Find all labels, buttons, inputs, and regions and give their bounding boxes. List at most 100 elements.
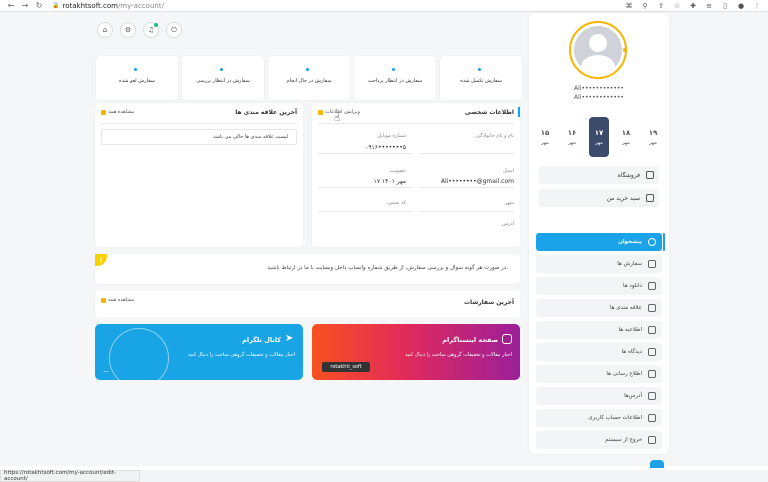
media-icon[interactable]: ≡: [704, 1, 714, 11]
avatar-frame: [569, 21, 627, 79]
extensions-icon[interactable]: ✚: [688, 1, 698, 11]
telegram-desc: اخبار مقالات و تخفیفات گروهی ساخت را دنب…: [188, 352, 295, 358]
menu-dashboard[interactable]: پیشخوان: [536, 233, 662, 251]
order-card-awaiting-payment[interactable]: سفارش در انتظار پرداخت: [354, 56, 436, 100]
settings-button[interactable]: ⚙: [120, 22, 136, 38]
translate-icon[interactable]: ⌘: [624, 1, 634, 11]
favorites-see-all[interactable]: مشاهده همه: [101, 109, 134, 115]
title-accent: [518, 107, 520, 117]
menu-comments[interactable]: دیدگاه ها: [536, 343, 662, 361]
menu-label: آدرس‌ها: [624, 393, 642, 399]
panel-title: آخرین علاقه مندی ها: [235, 109, 297, 116]
order-dot: [306, 68, 309, 71]
menu-account-details[interactable]: اطلاعات حساب کاربری: [536, 409, 662, 427]
shop-button[interactable]: فروشگاه: [539, 166, 659, 184]
membership-value: ۱۷ مهر ۱۴۰۱: [373, 178, 406, 185]
info-icon: !: [95, 254, 107, 266]
address-bar[interactable]: 🔒 rotakhtsoft.com /my-account/: [52, 2, 164, 10]
cart-label: سبد خرید من: [606, 194, 640, 202]
order-dot: [134, 68, 137, 71]
profile-icon[interactable]: ●: [736, 1, 746, 11]
menu-addresses[interactable]: آدرس‌ها: [536, 387, 662, 405]
telegram-title: کانال تلگرام: [242, 336, 281, 344]
panel-title: اطلاعات شخصی: [465, 109, 514, 116]
zoom-icon[interactable]: ⚲: [640, 1, 650, 11]
url-domain: rotakhtsoft.com: [62, 1, 118, 10]
instagram-title: صفحه اینستاگرام: [442, 336, 498, 344]
heart-icon: [648, 304, 656, 312]
decorative-circle: [109, 328, 169, 380]
star-icon[interactable]: ☆: [672, 1, 682, 11]
favorites-panel: آخرین علاقه مندی ها مشاهده همه لیست علاق…: [95, 103, 303, 247]
order-card-completed[interactable]: سفارش تکمیل شده: [440, 56, 522, 100]
scroll-top-button[interactable]: [650, 460, 664, 468]
date-cell-today[interactable]: ۱۷ مهر: [589, 117, 609, 157]
order-card-cancelled[interactable]: سفارش لغو شده: [96, 56, 178, 100]
share-icon[interactable]: ⇪: [656, 1, 666, 11]
menu-notices[interactable]: اطلاعیه ها: [536, 321, 662, 339]
notification-button[interactable]: ♫: [143, 22, 159, 38]
date-num: ۱۵: [540, 128, 550, 137]
avatar: [574, 26, 622, 74]
date-num: ۱۷: [594, 128, 604, 137]
home-button[interactable]: ⌂: [97, 22, 113, 38]
instagram-icon: [502, 334, 512, 344]
menu-label: دیدگاه ها: [621, 349, 642, 355]
divider: [420, 153, 514, 154]
divider: [318, 187, 412, 188]
date-cell[interactable]: ۱۸ مهر: [616, 120, 636, 154]
orders-see-all[interactable]: مشاهده همه: [101, 297, 134, 303]
instagram-desc: اخبار مقالات و تخفیفات گروهی ساخت را دنب…: [405, 352, 512, 358]
split-icon[interactable]: ▯: [720, 1, 730, 11]
home-icon: [648, 392, 656, 400]
cart-icon: [646, 194, 654, 202]
power-icon: ⏻: [171, 25, 177, 34]
back-icon[interactable]: ←: [6, 1, 16, 11]
menu-label: اطلاعات حساب کاربری: [588, 415, 642, 421]
menu-logout[interactable]: خروج از سیستم: [536, 431, 662, 449]
yellow-marker: [318, 109, 323, 115]
date-cell[interactable]: ۱۹ مهر: [643, 120, 663, 154]
personal-info-panel: اطلاعات شخصی ویرایش اطلاعات ☝ نام و نام …: [312, 103, 520, 247]
date-cell[interactable]: ۱۵ مهر: [535, 120, 555, 154]
order-card-review[interactable]: سفارش در انتظار بررسی: [182, 56, 264, 100]
menu-label: علاقه مندی ها: [609, 305, 642, 311]
shop-label: فروشگاه: [617, 171, 640, 179]
user-icon: [648, 414, 656, 422]
menu-label: سفارش ها: [617, 261, 642, 267]
date-strip: ۱۵ مهر ۱۶ مهر ۱۷ مهر ۱۸ مهر ۱۹ مهر: [535, 117, 663, 159]
account-page: ⌂ ⚙ ♫ ⏻ سفارش تکمیل شده سفارش در انتظار …: [0, 12, 768, 470]
latest-orders-panel: آخرین سفارشات مشاهده همه: [95, 290, 520, 318]
menu-notifications[interactable]: اطلاع رسانی ها: [536, 365, 662, 383]
cart-button[interactable]: سبد خرید من: [539, 189, 659, 207]
order-dot: [392, 68, 395, 71]
see-all-label: مشاهده همه: [108, 109, 135, 115]
comment-icon: [648, 348, 656, 356]
divider: [420, 211, 514, 212]
active-indicator: [663, 233, 665, 251]
notice-icon: [648, 326, 656, 334]
menu-label: پیشخوان: [618, 239, 642, 245]
power-button[interactable]: ⏻: [166, 22, 182, 38]
menu-downloads[interactable]: دانلود ها: [536, 277, 662, 295]
yellow-marker: [101, 109, 106, 115]
divider: [318, 123, 514, 124]
reload-icon[interactable]: ↻: [34, 1, 44, 11]
email-label: ایمیل: [503, 168, 514, 174]
menu-favorites[interactable]: علاقه مندی ها: [536, 299, 662, 317]
order-card-label: سفارش در انتظار پرداخت: [367, 78, 423, 84]
user-name-secondary: Ali••••••••••••: [574, 94, 624, 101]
name-label: نام و نام خانوادگی: [476, 133, 514, 139]
download-icon: [648, 282, 656, 290]
date-cell[interactable]: ۱۶ مهر: [562, 120, 582, 154]
menu-label: اطلاع رسانی ها: [606, 371, 642, 377]
menu-orders[interactable]: سفارش ها: [536, 255, 662, 273]
instagram-handle[interactable]: rotakhti_soft: [322, 362, 370, 372]
telegram-banner[interactable]: ➤ کانال تلگرام اخبار مقالات و تخفیفات گر…: [95, 324, 303, 380]
order-card-processing[interactable]: سفارش در حال انجام: [268, 56, 350, 100]
menu-label: خروج از سیستم: [605, 437, 642, 443]
instagram-banner[interactable]: صفحه اینستاگرام اخبار مقالات و تخفیفات گ…: [312, 324, 520, 380]
forward-icon[interactable]: →: [20, 1, 30, 11]
yellow-marker: [101, 297, 106, 303]
menu-icon[interactable]: ⋮: [752, 1, 762, 11]
